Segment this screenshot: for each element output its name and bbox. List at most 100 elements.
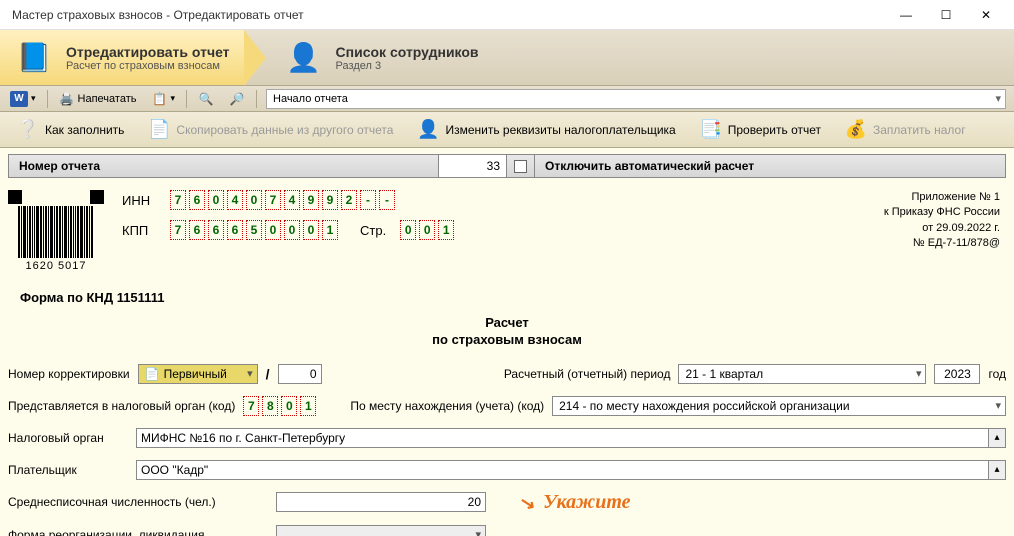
char-cell: 1 <box>438 220 454 240</box>
correction-label: Номер корректировки <box>8 367 130 381</box>
reorg-select[interactable] <box>276 525 486 536</box>
char-cell: 5 <box>246 220 262 240</box>
inn-label: ИНН <box>122 193 156 208</box>
report-number-value[interactable]: 33 <box>439 155 507 177</box>
char-cell: 7 <box>265 190 281 210</box>
section-selector[interactable]: Начало отчета <box>266 89 1006 109</box>
copy-data-button[interactable]: 📄Скопировать данные из другого отчета <box>139 116 402 144</box>
maximize-button[interactable]: ☐ <box>926 1 966 29</box>
char-cell: 0 <box>208 190 224 210</box>
annotation-arrow-icon: ↘ <box>518 491 537 515</box>
minimize-button[interactable]: — <box>886 1 926 29</box>
title-l2: по страховым взносам <box>8 332 1006 349</box>
titlebar: Мастер страховых взносов - Отредактирова… <box>0 0 1014 30</box>
wizard-step2-title: Список сотрудников <box>336 44 479 60</box>
zoom-in-button[interactable]: 🔍 <box>192 88 220 110</box>
print-settings-icon: 📋 <box>151 91 167 107</box>
tax-code-label: Представляется в налоговый орган (код) <box>8 399 235 413</box>
pay-label: Заплатить налог <box>873 123 966 137</box>
kpp-boxes[interactable]: 766650001 <box>170 220 338 240</box>
char-cell: 7 <box>243 396 259 416</box>
wizard-step1-title: Отредактировать отчет <box>66 44 230 60</box>
char-cell: 6 <box>189 190 205 210</box>
slash-divider: / <box>266 366 270 382</box>
toolbar-main: W▾ 🖨️Напечатать 📋▾ 🔍 🔎 Начало отчета <box>0 86 1014 112</box>
annex-l4: № ЕД-7-11/878@ <box>884 236 1000 251</box>
payer-lookup-button[interactable]: ▴ <box>988 460 1006 480</box>
char-cell: - <box>379 190 395 210</box>
char-cell: - <box>360 190 376 210</box>
payer-input[interactable] <box>136 460 988 480</box>
correction-number-input[interactable] <box>278 364 322 384</box>
char-cell: 4 <box>227 190 243 210</box>
disable-auto-checkbox[interactable] <box>514 160 527 173</box>
check-label: Проверить отчет <box>728 123 821 137</box>
year-input[interactable] <box>934 364 980 384</box>
headcount-input[interactable] <box>276 492 486 512</box>
annex-l1: Приложение № 1 <box>884 190 1000 205</box>
close-button[interactable]: ✕ <box>966 1 1006 29</box>
char-cell: 0 <box>400 220 416 240</box>
print-button[interactable]: 🖨️Напечатать <box>53 88 143 110</box>
headcount-label: Среднесписочная численность (чел.) <box>8 495 268 509</box>
tax-org-lookup-button[interactable]: ▴ <box>988 428 1006 448</box>
char-cell: 1 <box>300 396 316 416</box>
word-icon: W <box>10 91 28 107</box>
char-cell: 0 <box>246 190 262 210</box>
printer-icon: 🖨️ <box>59 91 75 107</box>
howto-button[interactable]: ❔Как заполнить <box>8 116 133 144</box>
requisites-label: Изменить реквизиты налогоплательщика <box>445 123 675 137</box>
char-cell: 6 <box>227 220 243 240</box>
zoom-out-button[interactable]: 🔎 <box>223 88 251 110</box>
check-icon: 📑 <box>700 119 722 141</box>
word-export-button[interactable]: W▾ <box>4 88 42 110</box>
document-icon: 📘 <box>14 38 54 78</box>
report-title: Расчет по страховым взносам <box>8 315 1006 349</box>
char-cell: 0 <box>303 220 319 240</box>
payer-label: Плательщик <box>8 463 128 477</box>
location-label: По месту нахождения (учета) (код) <box>350 399 544 413</box>
requisites-button[interactable]: 👤 Изменить реквизиты налогоплательщика <box>408 116 684 144</box>
char-cell: 1 <box>322 220 338 240</box>
check-report-button[interactable]: 📑 Проверить отчет <box>691 116 830 144</box>
annex-l2: к Приказу ФНС России <box>884 205 1000 220</box>
edit-person-icon: 👤 <box>417 119 439 141</box>
char-cell: 0 <box>265 220 281 240</box>
wizard-step-edit[interactable]: 📘 Отредактировать отчет Расчет по страхо… <box>0 30 244 85</box>
title-l1: Расчет <box>8 315 1006 332</box>
correction-type-select[interactable]: 📄 Первичный <box>138 364 258 384</box>
section-value: Начало отчета <box>273 93 348 105</box>
barcode-bars <box>18 206 94 258</box>
employees-icon: 👤 <box>284 38 324 78</box>
char-cell: 0 <box>281 396 297 416</box>
correction-type-value: Первичный <box>164 367 227 381</box>
barcode-number: 1620 5017 <box>26 260 87 272</box>
tax-org-lookup[interactable]: ▴ <box>136 428 1006 448</box>
tax-org-label: Налоговый орган <box>8 431 128 445</box>
inn-boxes[interactable]: 7604074992-- <box>170 190 395 210</box>
zoom-in-icon: 🔍 <box>198 91 214 107</box>
toolbar-actions: ❔Как заполнить 📄Скопировать данные из др… <box>0 112 1014 148</box>
annotation-text: Укажите <box>543 491 630 514</box>
knd-code: Форма по КНД 1151111 <box>20 290 1006 305</box>
page-boxes: 001 <box>400 220 454 240</box>
print-dropdown-button[interactable]: 📋▾ <box>145 88 181 110</box>
char-cell: 0 <box>284 220 300 240</box>
wizard-step-employees[interactable]: 👤 Список сотрудников Раздел 3 <box>244 30 493 85</box>
period-label: Расчетный (отчетный) период <box>504 367 671 381</box>
period-value: 21 - 1 квартал <box>685 367 763 381</box>
location-select[interactable]: 214 - по месту нахождения российской орг… <box>552 396 1006 416</box>
reorg-label: Форма реорганизации, ликвидация <box>8 528 268 536</box>
payer-lookup[interactable]: ▴ <box>136 460 1006 480</box>
period-select[interactable]: 21 - 1 квартал <box>678 364 926 384</box>
char-cell: 9 <box>322 190 338 210</box>
annex-l3: от 29.09.2022 г. <box>884 221 1000 236</box>
char-cell: 7 <box>170 190 186 210</box>
page-label: Стр. <box>360 223 386 238</box>
pay-tax-button[interactable]: 💰Заплатить налог <box>836 116 975 144</box>
char-cell: 8 <box>262 396 278 416</box>
disable-auto-label: Отключить автоматический расчет <box>535 155 1005 177</box>
wizard-step1-sub: Расчет по страховым взносам <box>66 60 230 72</box>
tax-code-boxes[interactable]: 7801 <box>243 396 316 416</box>
tax-org-input[interactable] <box>136 428 988 448</box>
